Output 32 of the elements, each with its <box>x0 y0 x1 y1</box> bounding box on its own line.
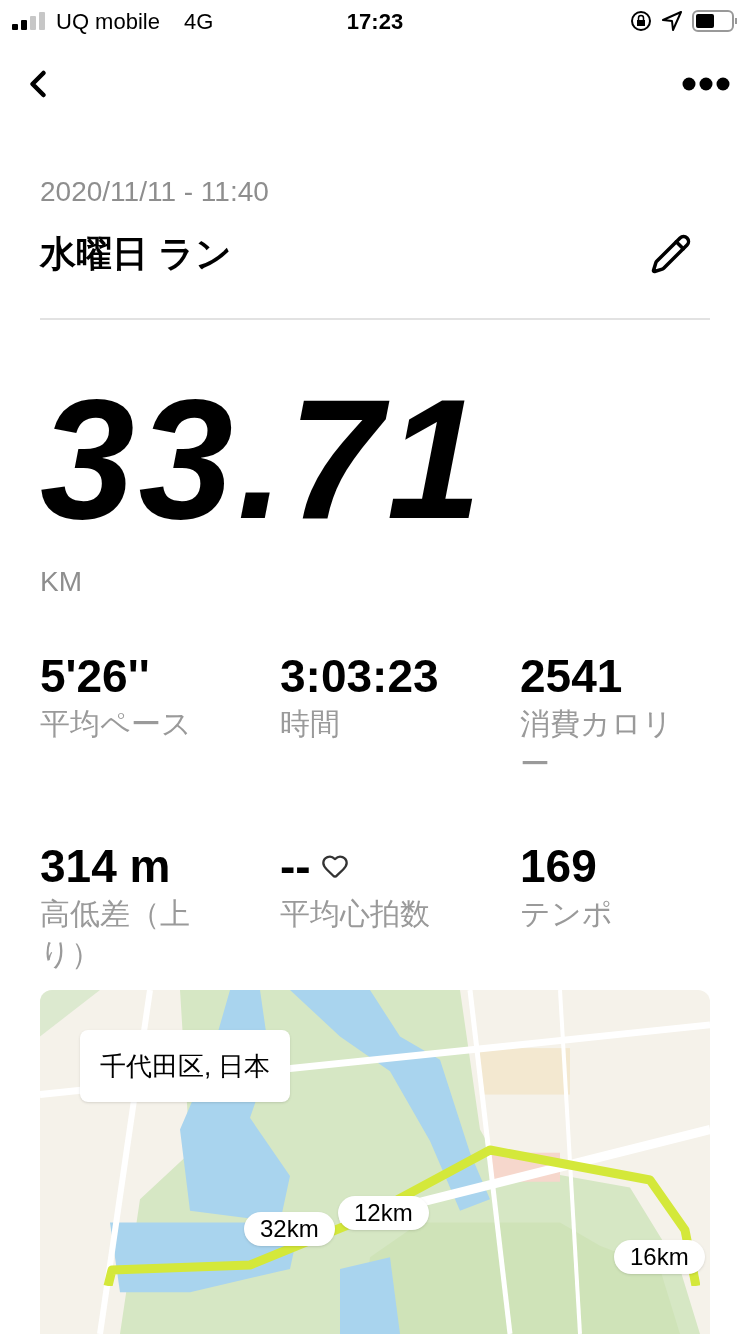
stat-label: 時間 <box>280 706 341 742</box>
location-label: 千代田区, 日本 <box>80 1030 291 1102</box>
stat-value: -- <box>280 839 311 894</box>
stat-value: 314 m <box>40 839 171 894</box>
activity-date: 2020/11/11 - 11:40 <box>40 175 270 209</box>
status-time: 17:23 <box>346 7 404 36</box>
stat-value: 2541 <box>520 649 623 704</box>
distance-unit: KM <box>40 565 83 599</box>
stat-value: 169 <box>520 839 597 894</box>
stat-label: 高低差（上り） <box>40 896 191 972</box>
network-type: 4G <box>183 7 214 36</box>
stat-label: 消費カロリー <box>520 706 674 782</box>
distance-marker: 32km <box>244 1212 335 1246</box>
distance-marker: 16km <box>614 1240 705 1274</box>
stat-label: 平均心拍数 <box>280 896 431 932</box>
battery-icon <box>692 10 738 32</box>
rotation-lock-icon <box>630 10 652 32</box>
stat-label: テンポ <box>520 896 614 932</box>
stat-value: 3:03:23 <box>280 649 439 704</box>
activity-title: 水曜日 ラン <box>40 232 232 276</box>
distance-value: 33.71 <box>40 384 487 534</box>
stat-label: 平均ペース <box>40 706 193 742</box>
stat-value: 5'26'' <box>40 649 150 704</box>
edit-button[interactable] <box>650 233 692 275</box>
distance-marker: 12km <box>338 1196 429 1230</box>
heart-icon <box>320 852 349 880</box>
more-icon <box>682 77 730 91</box>
location-icon <box>662 11 682 31</box>
carrier-name: UQ mobile <box>56 7 160 36</box>
signal-icon <box>12 12 46 30</box>
pencil-icon <box>650 233 692 275</box>
route-map[interactable]: 千代田区, 日本 32km 12km 16km <box>40 990 710 1334</box>
